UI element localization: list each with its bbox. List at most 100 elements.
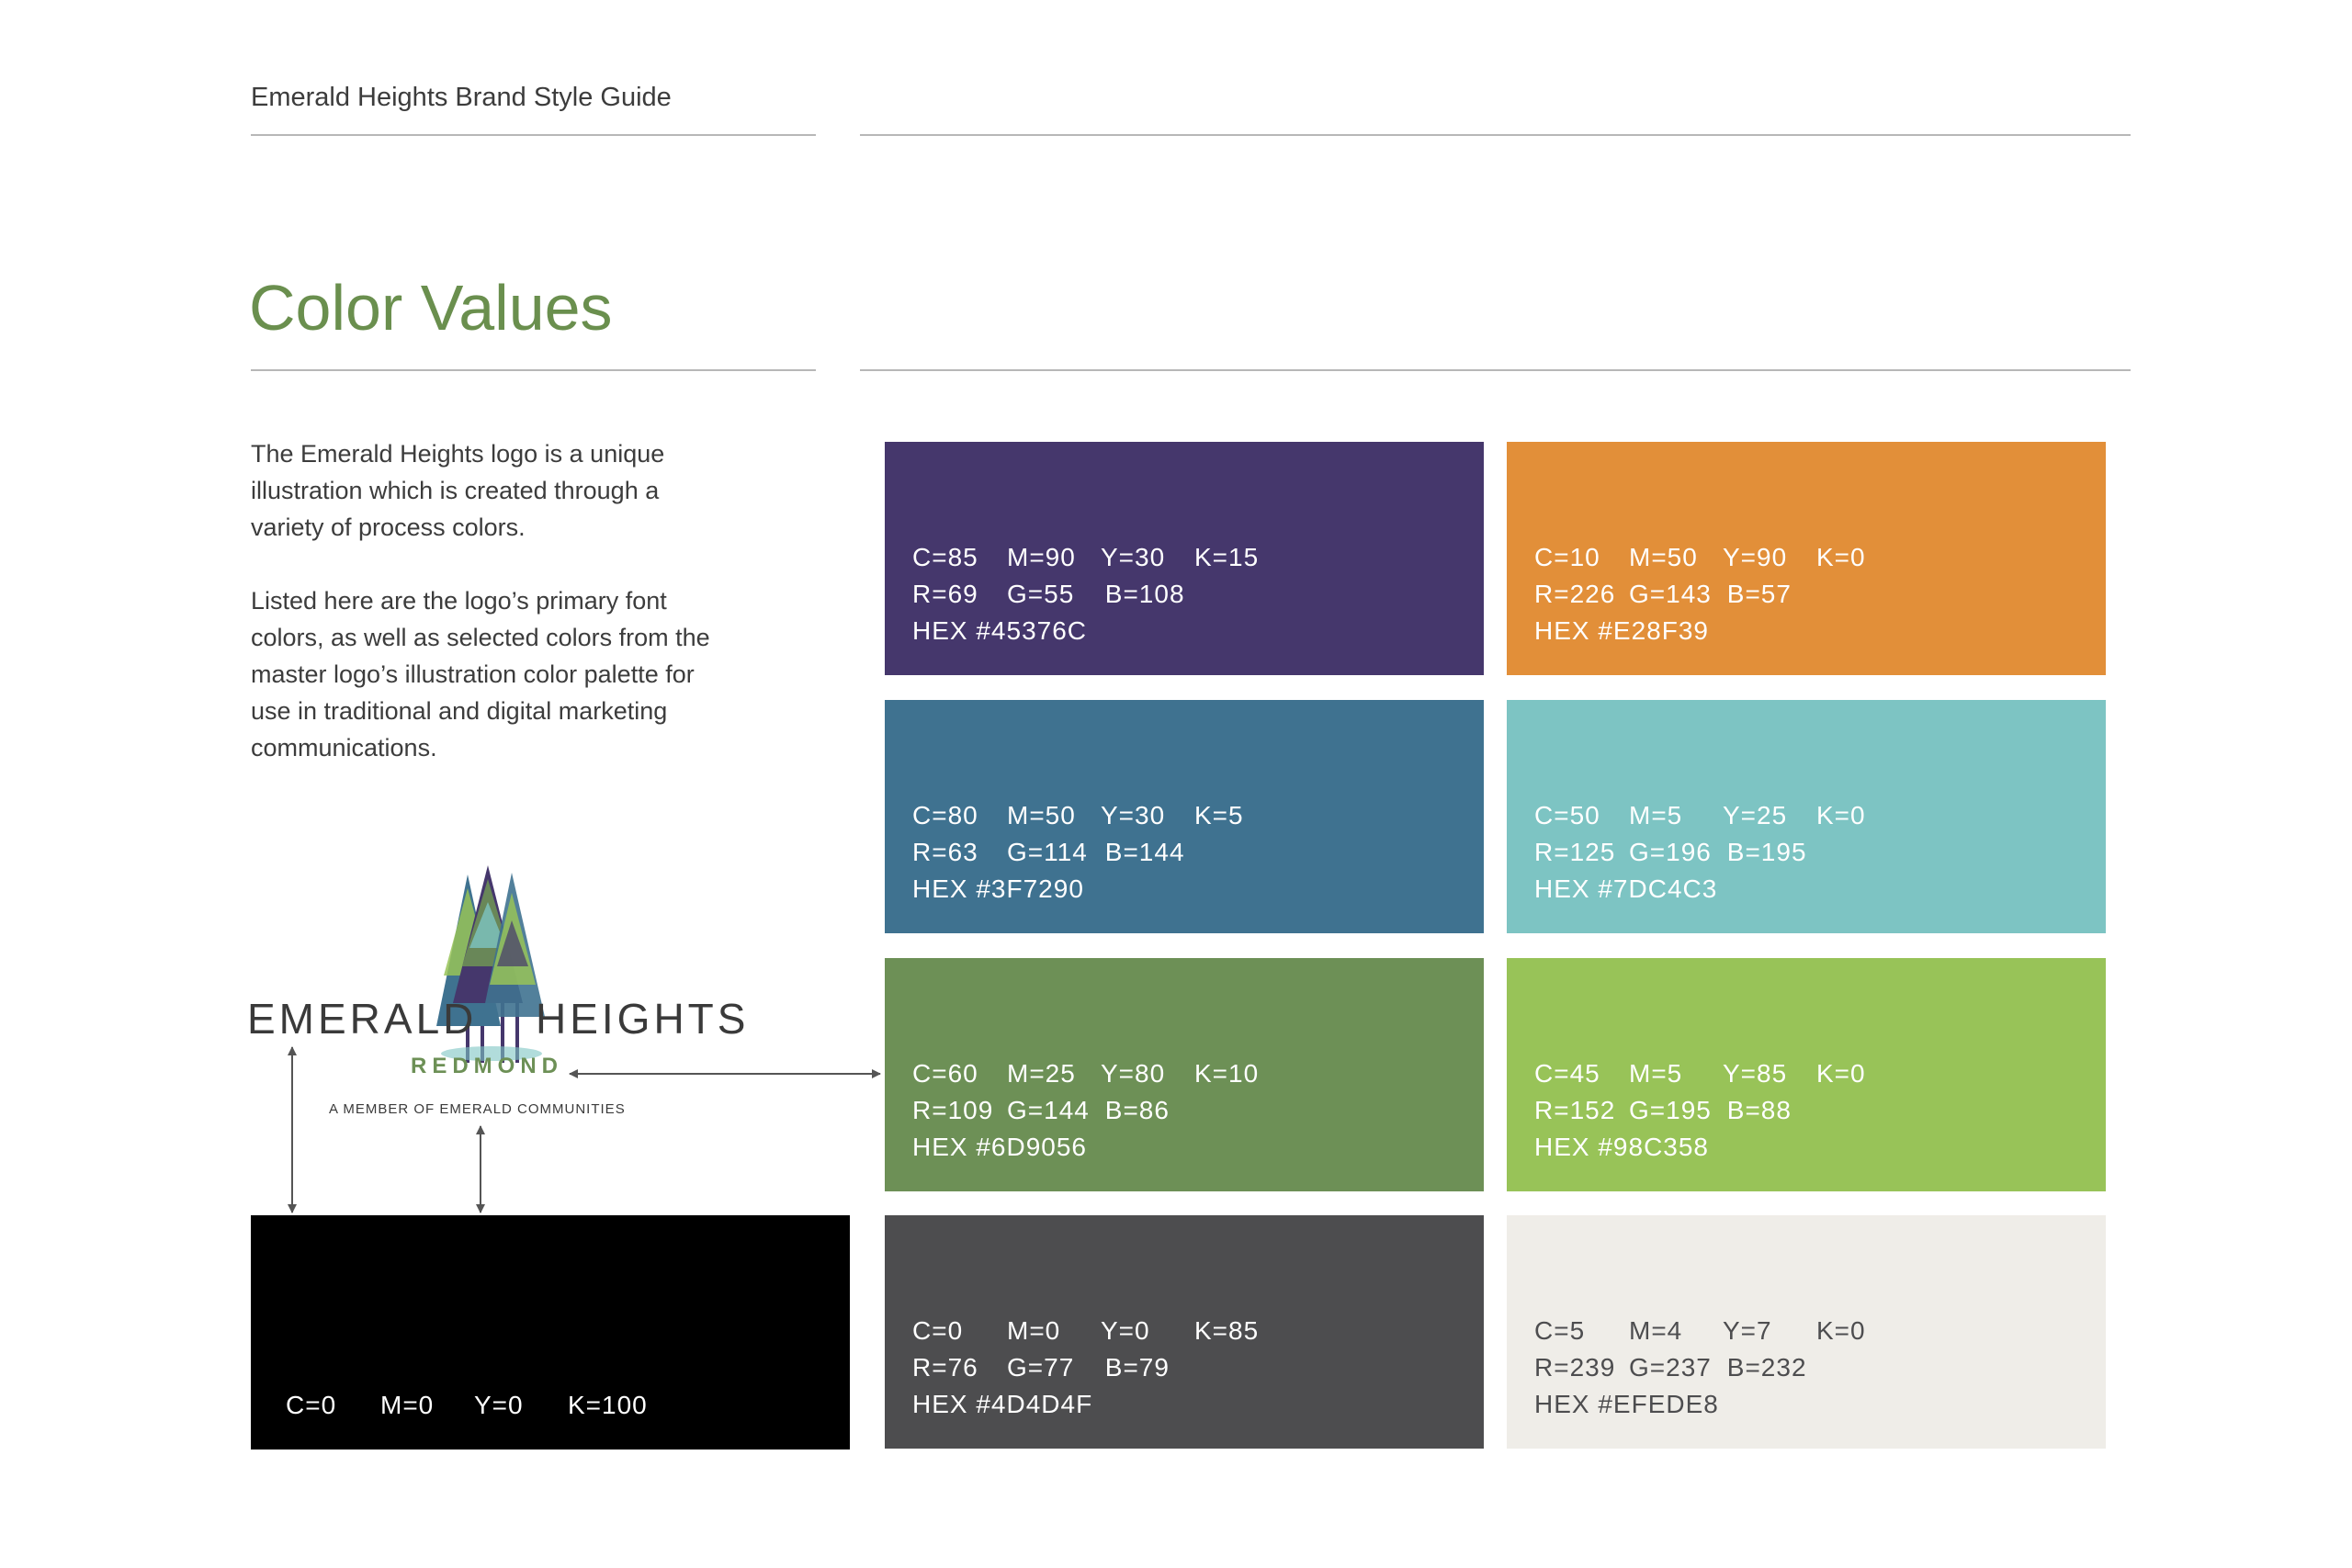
swatch-values: C=5 M=4 Y=7 K=0 R=239 G=237 B=232 HEX #EFEDE8 <box>1534 1313 1866 1423</box>
cmyk-m-value: M=0 <box>1007 1316 1061 1345</box>
cmyk-k-value: K=100 <box>568 1391 648 1419</box>
rgb-r-value: R=125 <box>1534 838 1616 866</box>
cmyk-row: C=0 M=0 Y=0 K=85 <box>912 1313 1259 1349</box>
cmyk-row: C=60 M=25 Y=80 K=10 <box>912 1055 1259 1092</box>
cmyk-k-value: K=0 <box>1816 543 1866 571</box>
rgb-r-value: R=152 <box>1534 1096 1616 1124</box>
cmyk-c-value: C=80 <box>912 801 978 829</box>
swatch-values: C=50 M=5 Y=25 K=0 R=125 G=196 B=195 HEX #7DC4C… <box>1534 797 1866 908</box>
rgb-row: R=76 G=77 B=79 <box>912 1349 1259 1386</box>
cmyk-c-value: C=60 <box>912 1059 978 1088</box>
cmyk-y-value: Y=30 <box>1101 543 1166 571</box>
rgb-g-value: G=237 <box>1629 1353 1712 1382</box>
cmyk-k-value: K=0 <box>1816 1059 1866 1088</box>
hex-value: HEX #EFEDE8 <box>1534 1390 1719 1418</box>
cmyk-m-value: M=5 <box>1629 801 1683 829</box>
rgb-g-value: G=195 <box>1629 1096 1712 1124</box>
cmyk-row: C=10 M=50 Y=90 K=0 <box>1534 539 1866 576</box>
rgb-row: R=63 G=114 B=144 <box>912 834 1244 871</box>
rgb-r-value: R=226 <box>1534 580 1616 608</box>
cmyk-k-value: K=85 <box>1194 1316 1260 1345</box>
swatch-values: C=60 M=25 Y=80 K=10 R=109 G=144 B=86 HEX #6D90… <box>912 1055 1259 1166</box>
rgb-r-value: R=69 <box>912 580 978 608</box>
cmyk-c-value: C=85 <box>912 543 978 571</box>
rgb-b-value: B=144 <box>1104 838 1185 866</box>
rgb-row: R=109 G=144 B=86 <box>912 1092 1259 1129</box>
cmyk-m-value: M=25 <box>1007 1059 1076 1088</box>
hex-value: HEX #3F7290 <box>912 874 1084 903</box>
rgb-g-value: G=77 <box>1007 1353 1075 1382</box>
cmyk-m-value: M=4 <box>1629 1316 1683 1345</box>
hex-value: HEX #7DC4C3 <box>1534 874 1718 903</box>
color-swatch: C=60 M=25 Y=80 K=10 R=109 G=144 B=86 HEX #6D90… <box>885 958 1484 1191</box>
cmyk-c-value: C=45 <box>1534 1059 1600 1088</box>
rgb-g-value: G=143 <box>1629 580 1712 608</box>
cmyk-y-value: Y=7 <box>1723 1316 1772 1345</box>
rgb-g-value: G=114 <box>1007 838 1088 866</box>
rgb-g-value: G=196 <box>1629 838 1712 866</box>
rgb-b-value: B=195 <box>1726 838 1807 866</box>
cmyk-m-value: M=50 <box>1629 543 1698 571</box>
rgb-row: R=125 G=196 B=195 <box>1534 834 1866 871</box>
color-swatch: C=45 M=5 Y=85 K=0 R=152 G=195 B=88 HEX #98C358 <box>1507 958 2106 1191</box>
cmyk-c-value: C=0 <box>286 1391 337 1419</box>
rgb-b-value: B=108 <box>1104 580 1185 608</box>
rgb-b-value: B=232 <box>1726 1353 1807 1382</box>
rgb-r-value: R=239 <box>1534 1353 1616 1382</box>
hex-value: HEX #98C358 <box>1534 1133 1710 1161</box>
cmyk-k-value: K=0 <box>1816 1316 1866 1345</box>
hex-value: HEX #6D9056 <box>912 1133 1088 1161</box>
rgb-r-value: R=109 <box>912 1096 994 1124</box>
color-swatch: C=5 M=4 Y=7 K=0 R=239 G=237 B=232 HEX #EFEDE8 <box>1507 1215 2106 1449</box>
cmyk-c-value: C=0 <box>912 1316 964 1345</box>
cmyk-k-value: K=0 <box>1816 801 1866 829</box>
swatch-values: C=0 M=0 Y=0 K=85 R=76 G=77 B=79 HEX #4D4D4F <box>912 1313 1259 1423</box>
cmyk-y-value: Y=80 <box>1101 1059 1166 1088</box>
rgb-row: R=239 G=237 B=232 <box>1534 1349 1866 1386</box>
cmyk-y-value: Y=85 <box>1723 1059 1788 1088</box>
cmyk-row: C=80 M=50 Y=30 K=5 <box>912 797 1244 834</box>
hex-value: HEX #45376C <box>912 616 1088 645</box>
cmyk-c-value: C=50 <box>1534 801 1600 829</box>
color-swatch: C=50 M=5 Y=25 K=0 R=125 G=196 B=195 HEX #7DC4C… <box>1507 700 2106 933</box>
rgb-row: R=69 G=55 B=108 <box>912 576 1259 613</box>
rgb-b-value: B=57 <box>1726 580 1792 608</box>
rgb-g-value: G=55 <box>1007 580 1075 608</box>
swatch-values: C=45 M=5 Y=85 K=0 R=152 G=195 B=88 HEX #98C358 <box>1534 1055 1866 1166</box>
cmyk-c-value: C=10 <box>1534 543 1600 571</box>
rgb-g-value: G=144 <box>1007 1096 1090 1124</box>
hex-value: HEX #E28F39 <box>1534 616 1709 645</box>
cmyk-m-value: M=50 <box>1007 801 1076 829</box>
rgb-r-value: R=76 <box>912 1353 978 1382</box>
cmyk-k-value: K=10 <box>1194 1059 1260 1088</box>
cmyk-k-value: K=15 <box>1194 543 1260 571</box>
hex-value: HEX #4D4D4F <box>912 1390 1093 1418</box>
cmyk-y-value: Y=0 <box>474 1391 524 1419</box>
cmyk-row: C=85 M=90 Y=30 K=15 <box>912 539 1259 576</box>
rgb-b-value: B=88 <box>1726 1096 1792 1124</box>
rgb-b-value: B=86 <box>1104 1096 1170 1124</box>
rgb-row: R=226 G=143 B=57 <box>1534 576 1866 613</box>
cmyk-row: C=50 M=5 Y=25 K=0 <box>1534 797 1866 834</box>
cmyk-m-value: M=0 <box>380 1391 435 1419</box>
cmyk-c-value: C=5 <box>1534 1316 1586 1345</box>
cmyk-row: C=45 M=5 Y=85 K=0 <box>1534 1055 1866 1092</box>
cmyk-y-value: Y=0 <box>1101 1316 1150 1345</box>
color-swatch: C=80 M=50 Y=30 K=5 R=63 G=114 B=144 HEX #3F729… <box>885 700 1484 933</box>
cmyk-y-value: Y=25 <box>1723 801 1788 829</box>
cmyk-row: C=5 M=4 Y=7 K=0 <box>1534 1313 1866 1349</box>
cmyk-y-value: Y=30 <box>1101 801 1166 829</box>
rgb-row: R=152 G=195 B=88 <box>1534 1092 1866 1129</box>
color-swatch-black: C=0 M=0 Y=0 K=100 <box>251 1215 850 1450</box>
cmyk-y-value: Y=90 <box>1723 543 1788 571</box>
color-swatch: C=0 M=0 Y=0 K=85 R=76 G=77 B=79 HEX #4D4D4F <box>885 1215 1484 1449</box>
color-swatch: C=85 M=90 Y=30 K=15 R=69 G=55 B=108 HEX #45376… <box>885 442 1484 675</box>
rgb-b-value: B=79 <box>1104 1353 1170 1382</box>
cmyk-m-value: M=5 <box>1629 1059 1683 1088</box>
rgb-r-value: R=63 <box>912 838 978 866</box>
color-swatch: C=10 M=50 Y=90 K=0 R=226 G=143 B=57 HEX #E28F3… <box>1507 442 2106 675</box>
cmyk-k-value: K=5 <box>1194 801 1244 829</box>
swatch-values: C=0 M=0 Y=0 K=100 <box>286 1387 648 1424</box>
swatch-values: C=10 M=50 Y=90 K=0 R=226 G=143 B=57 HEX #E28F3… <box>1534 539 1866 649</box>
swatch-values: C=85 M=90 Y=30 K=15 R=69 G=55 B=108 HEX #45376… <box>912 539 1259 649</box>
